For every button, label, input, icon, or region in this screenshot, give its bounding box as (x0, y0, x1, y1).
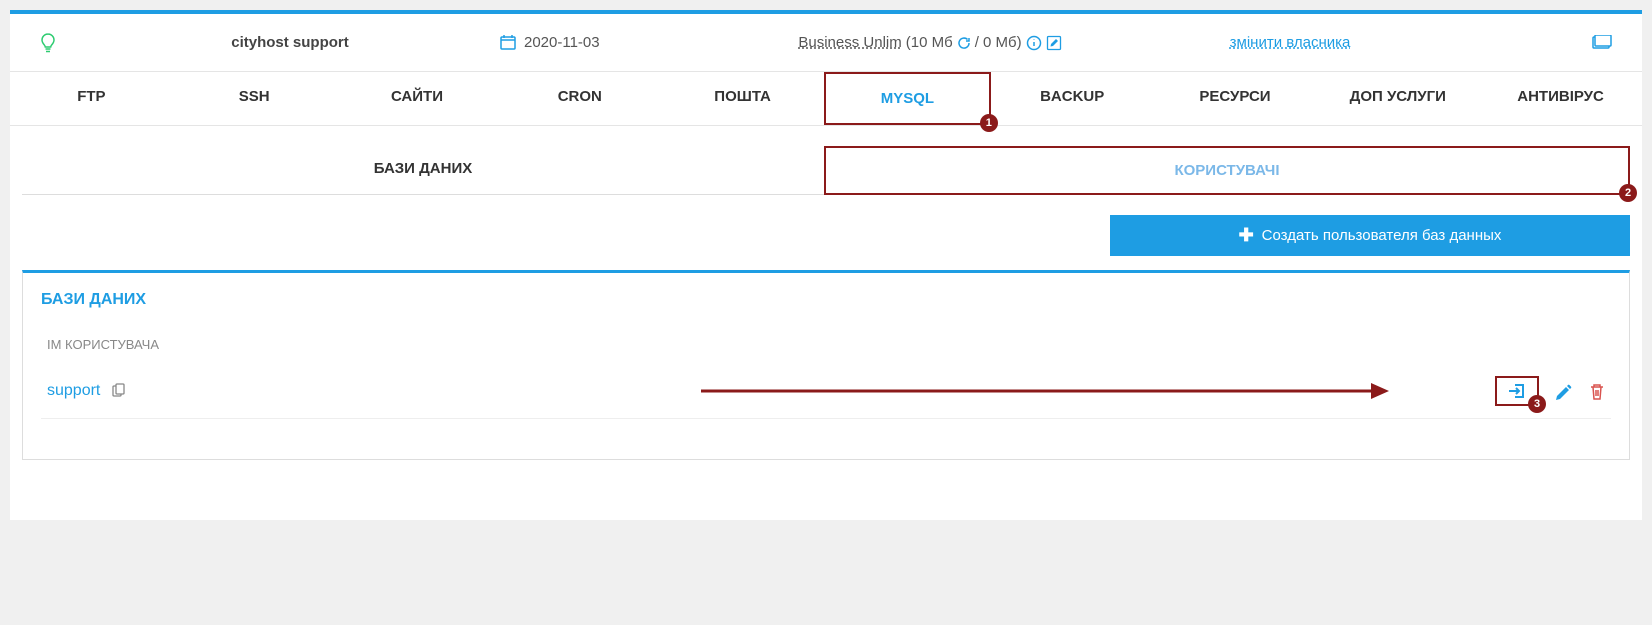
tab-antivirus[interactable]: АНТИВІРУС (1479, 72, 1642, 125)
header-bar: cityhost support 2020-11-03 Business Unl… (10, 14, 1642, 72)
column-username-header: ІМ КОРИСТУВАЧА (41, 337, 1611, 352)
tab-ftp[interactable]: FTP (10, 72, 173, 125)
username-value: support (47, 382, 100, 400)
tab-ssh[interactable]: SSH (173, 72, 336, 125)
calendar-icon (500, 34, 516, 52)
bulb-icon[interactable] (40, 32, 80, 53)
edit-plan-icon[interactable] (1046, 34, 1062, 51)
plan-usage-prefix: (10 Мб (906, 34, 953, 51)
tab-cron[interactable]: CRON (498, 72, 661, 125)
section-title: БАЗИ ДАНИХ (41, 291, 1611, 309)
refresh-icon[interactable] (957, 34, 971, 51)
card-icon[interactable] (1592, 32, 1612, 53)
tab-sites[interactable]: САЙТИ (336, 72, 499, 125)
tab-mysql-label: MYSQL (881, 90, 934, 107)
annotation-badge-3: 3 (1528, 395, 1546, 413)
login-button[interactable]: 3 (1495, 376, 1539, 406)
subtab-users-label: КОРИСТУВАЧІ (1174, 162, 1279, 179)
username-cell: support (47, 382, 126, 400)
tab-extras[interactable]: ДОП УСЛУГИ (1316, 72, 1479, 125)
plan-name-link[interactable]: Business Unlim (798, 34, 901, 51)
subtab-databases[interactable]: БАЗИ ДАНИХ (22, 146, 824, 195)
trash-icon[interactable] (1589, 381, 1605, 402)
subtabs: БАЗИ ДАНИХ КОРИСТУВАЧІ 2 (22, 146, 1630, 195)
annotation-badge-2: 2 (1619, 184, 1637, 202)
plan-info: Business Unlim (10 Мб / 0 Мб) (720, 34, 1140, 51)
pencil-icon[interactable] (1555, 381, 1573, 402)
databases-section: БАЗИ ДАНИХ ІМ КОРИСТУВАЧА support 3 (22, 270, 1630, 460)
tab-resources[interactable]: РЕСУРСИ (1154, 72, 1317, 125)
table-row: support 3 (41, 364, 1611, 419)
tab-backup[interactable]: BACKUP (991, 72, 1154, 125)
plan-usage-suffix: / 0 Мб) (975, 34, 1022, 51)
content-area: БАЗИ ДАНИХ КОРИСТУВАЧІ 2 ✚ Создать польз… (10, 126, 1642, 520)
create-user-label: Создать пользователя баз данных (1262, 227, 1502, 244)
tab-mail[interactable]: ПОШТА (661, 72, 824, 125)
tab-mysql[interactable]: MYSQL 1 (824, 72, 991, 125)
row-actions: 3 (1495, 376, 1605, 406)
date-value: 2020-11-03 (524, 34, 600, 51)
account-name: cityhost support (80, 34, 500, 51)
copy-icon[interactable] (110, 382, 126, 400)
main-nav: FTP SSH САЙТИ CRON ПОШТА MYSQL 1 BACKUP … (10, 72, 1642, 126)
info-icon[interactable] (1026, 34, 1042, 51)
subtab-users[interactable]: КОРИСТУВАЧІ 2 (824, 146, 1630, 195)
change-owner-link[interactable]: змінити власника (1140, 34, 1440, 51)
annotation-arrow (701, 390, 1371, 393)
expiry-date: 2020-11-03 (500, 34, 720, 52)
arrow-head-icon (1371, 383, 1389, 399)
create-user-button[interactable]: ✚ Создать пользователя баз данных (1110, 215, 1630, 256)
plus-icon: ✚ (1239, 225, 1254, 246)
